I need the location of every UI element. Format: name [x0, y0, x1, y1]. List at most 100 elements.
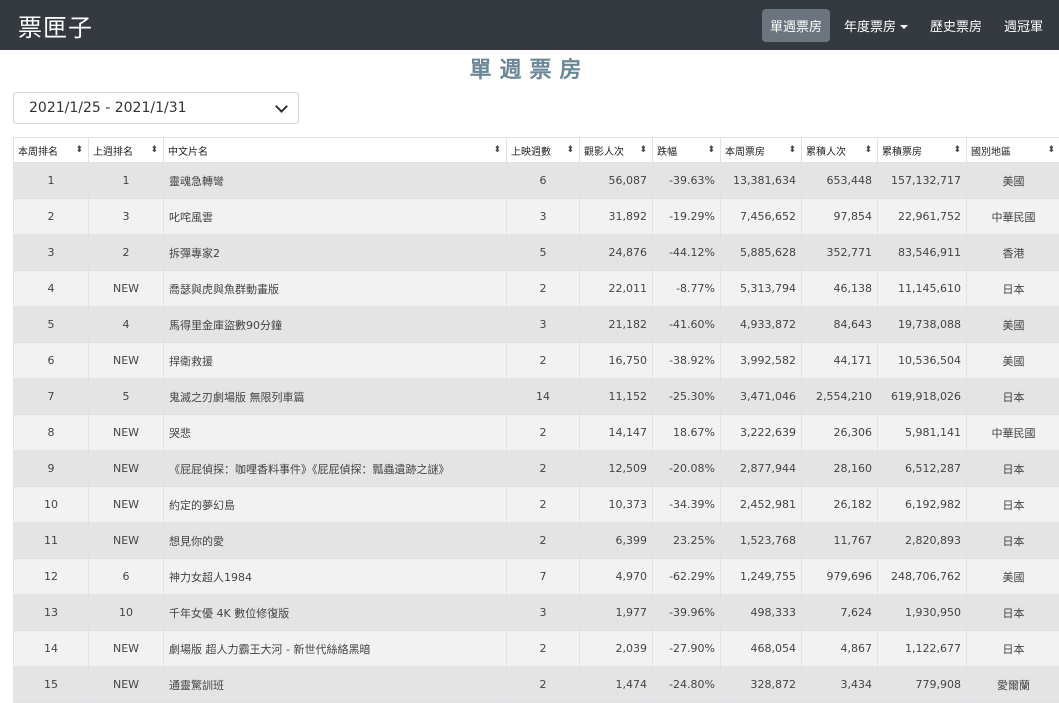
- table-cell-total-admissions: 44,171: [802, 343, 878, 379]
- table-cell-change-rate: -20.08%: [653, 451, 721, 487]
- week-select[interactable]: 2021/1/25 - 2021/1/31: [13, 92, 299, 124]
- table-cell-last-week-rank: 2: [89, 235, 164, 271]
- table-cell-weeks-released: 2: [507, 415, 580, 451]
- column-header-this-week-rank[interactable]: 本周排名⬍: [14, 138, 89, 163]
- table-cell-change-rate: -41.60%: [653, 307, 721, 343]
- table-cell-weekly-admissions: 31,892: [580, 199, 653, 235]
- table-cell-this-week-rank: 5: [14, 307, 89, 343]
- sort-icon: ⬍: [493, 145, 501, 155]
- table-cell-weekly-admissions: 1,977: [580, 595, 653, 631]
- table-row: 14NEW劇場版 超人力霸王大河 - 新世代絲絡黑暗22,039-27.90%4…: [14, 631, 1059, 667]
- column-header-total-gross[interactable]: 累積票房 ⬍: [878, 138, 967, 163]
- table-cell-weekly-admissions: 2,039: [580, 631, 653, 667]
- nav-history-box-office[interactable]: 歷史票房: [922, 9, 990, 42]
- table-cell-total-gross: 6,192,982: [878, 487, 967, 523]
- table-row: 1310千年女優 4K 數位修復版31,977-39.96%498,3337,6…: [14, 595, 1059, 631]
- table-row: 6NEW捍衛救援216,750-38.92%3,992,58244,17110,…: [14, 343, 1059, 379]
- nav-weekly-box-office[interactable]: 單週票房: [762, 9, 830, 42]
- table-row: 54馬得里金庫盜數90分鐘321,182-41.60%4,933,87284,6…: [14, 307, 1059, 343]
- sort-icon: ⬍: [788, 145, 796, 155]
- table-cell-chinese-title: 劇場版 超人力霸王大河 - 新世代絲絡黑暗: [164, 631, 507, 667]
- table-cell-change-rate: -62.29%: [653, 559, 721, 595]
- table-cell-change-rate: -19.29%: [653, 199, 721, 235]
- table-cell-weekly-gross: 498,333: [721, 595, 802, 631]
- table-cell-country: 美國: [967, 163, 1059, 199]
- table-row: 75鬼滅之刃劇場版 無限列車篇1411,152-25.30%3,471,0462…: [14, 379, 1059, 415]
- table-cell-total-gross: 2,820,893: [878, 523, 967, 559]
- column-header-label: 上週排名: [93, 147, 133, 158]
- table-cell-total-admissions: 28,160: [802, 451, 878, 487]
- table-cell-total-gross: 6,512,287: [878, 451, 967, 487]
- table-cell-country: 日本: [967, 451, 1059, 487]
- table-cell-country: 愛爾蘭: [967, 667, 1059, 703]
- table-cell-weekly-admissions: 10,373: [580, 487, 653, 523]
- table-cell-weekly-admissions: 16,750: [580, 343, 653, 379]
- table-cell-weekly-gross: 468,054: [721, 631, 802, 667]
- sort-icon: ⬍: [864, 145, 872, 155]
- table-cell-total-admissions: 46,138: [802, 271, 878, 307]
- column-header-country[interactable]: 國別地區⬍: [967, 138, 1059, 163]
- nav-label: 週冠軍: [1004, 20, 1043, 35]
- table-cell-weekly-admissions: 6,399: [580, 523, 653, 559]
- table-cell-total-gross: 22,961,752: [878, 199, 967, 235]
- table-cell-last-week-rank: 5: [89, 379, 164, 415]
- top-navbar: 票匣子 單週票房 年度票房 歷史票房 週冠軍: [0, 0, 1059, 50]
- table-cell-this-week-rank: 6: [14, 343, 89, 379]
- table-cell-total-gross: 779,908: [878, 667, 967, 703]
- table-cell-country: 中華民國: [967, 415, 1059, 451]
- table-cell-weeks-released: 3: [507, 199, 580, 235]
- table-cell-country: 日本: [967, 379, 1059, 415]
- table-cell-last-week-rank: 1: [89, 163, 164, 199]
- column-header-chinese-title[interactable]: 中文片名⬍: [164, 138, 507, 163]
- nav-label: 單週票房: [770, 20, 822, 35]
- table-cell-last-week-rank: NEW: [89, 415, 164, 451]
- column-header-weekly-gross[interactable]: 本周票房⬍: [721, 138, 802, 163]
- table-cell-country: 日本: [967, 487, 1059, 523]
- table-cell-this-week-rank: 2: [14, 199, 89, 235]
- column-header-label: 上映週數: [511, 147, 551, 158]
- sort-icon: ⬍: [75, 145, 83, 155]
- table-cell-weeks-released: 6: [507, 163, 580, 199]
- table-cell-country: 美國: [967, 343, 1059, 379]
- sort-icon: ⬍: [566, 145, 574, 155]
- table-cell-weeks-released: 2: [507, 451, 580, 487]
- table-cell-weekly-admissions: 11,152: [580, 379, 653, 415]
- column-header-weekly-admissions[interactable]: 觀影人次⬍: [580, 138, 653, 163]
- table-cell-chinese-title: 神力女超人1984: [164, 559, 507, 595]
- table-cell-total-admissions: 352,771: [802, 235, 878, 271]
- table-cell-chinese-title: 拆彈專家2: [164, 235, 507, 271]
- nav-weekly-champion[interactable]: 週冠軍: [996, 9, 1051, 42]
- table-cell-total-admissions: 4,867: [802, 631, 878, 667]
- nav-menu: 單週票房 年度票房 歷史票房 週冠軍: [762, 9, 1051, 42]
- table-cell-total-admissions: 11,767: [802, 523, 878, 559]
- sort-icon: ⬍: [953, 145, 961, 155]
- column-header-last-week-rank[interactable]: 上週排名⬍: [89, 138, 164, 163]
- table-cell-total-admissions: 979,696: [802, 559, 878, 595]
- table-cell-weekly-gross: 13,381,634: [721, 163, 802, 199]
- table-cell-total-admissions: 3,434: [802, 667, 878, 703]
- table-cell-weekly-admissions: 12,509: [580, 451, 653, 487]
- box-office-table: 本周排名⬍上週排名⬍中文片名⬍上映週數⬍觀影人次⬍跌幅⬍本周票房⬍累積人次⬍累積…: [13, 137, 1059, 703]
- nav-label: 年度票房: [844, 20, 896, 35]
- table-row: 11NEW想見你的愛26,39923.25%1,523,76811,7672,8…: [14, 523, 1059, 559]
- table-cell-total-gross: 1,122,677: [878, 631, 967, 667]
- table-row: 8NEW哭悲214,14718.67%3,222,63926,3065,981,…: [14, 415, 1059, 451]
- table-cell-chinese-title: 喬瑟與虎與魚群動畫版: [164, 271, 507, 307]
- chevron-down-icon: [275, 100, 288, 113]
- table-row: 32拆彈專家2524,876-44.12%5,885,628352,77183,…: [14, 235, 1059, 271]
- table-cell-this-week-rank: 12: [14, 559, 89, 595]
- nav-yearly-box-office[interactable]: 年度票房: [836, 9, 916, 42]
- table-cell-chinese-title: 通靈驚訓班: [164, 667, 507, 703]
- column-header-total-admissions[interactable]: 累積人次⬍: [802, 138, 878, 163]
- sort-icon: ⬍: [639, 145, 647, 155]
- brand-logo[interactable]: 票匣子: [18, 8, 93, 43]
- table-cell-this-week-rank: 7: [14, 379, 89, 415]
- table-cell-weeks-released: 2: [507, 271, 580, 307]
- table-cell-this-week-rank: 9: [14, 451, 89, 487]
- column-header-change-rate[interactable]: 跌幅⬍: [653, 138, 721, 163]
- table-cell-weekly-gross: 4,933,872: [721, 307, 802, 343]
- column-header-weeks-released[interactable]: 上映週數 ⬍: [507, 138, 580, 163]
- column-header-label: 累積票房: [882, 147, 922, 158]
- table-cell-this-week-rank: 10: [14, 487, 89, 523]
- table-cell-total-gross: 83,546,911: [878, 235, 967, 271]
